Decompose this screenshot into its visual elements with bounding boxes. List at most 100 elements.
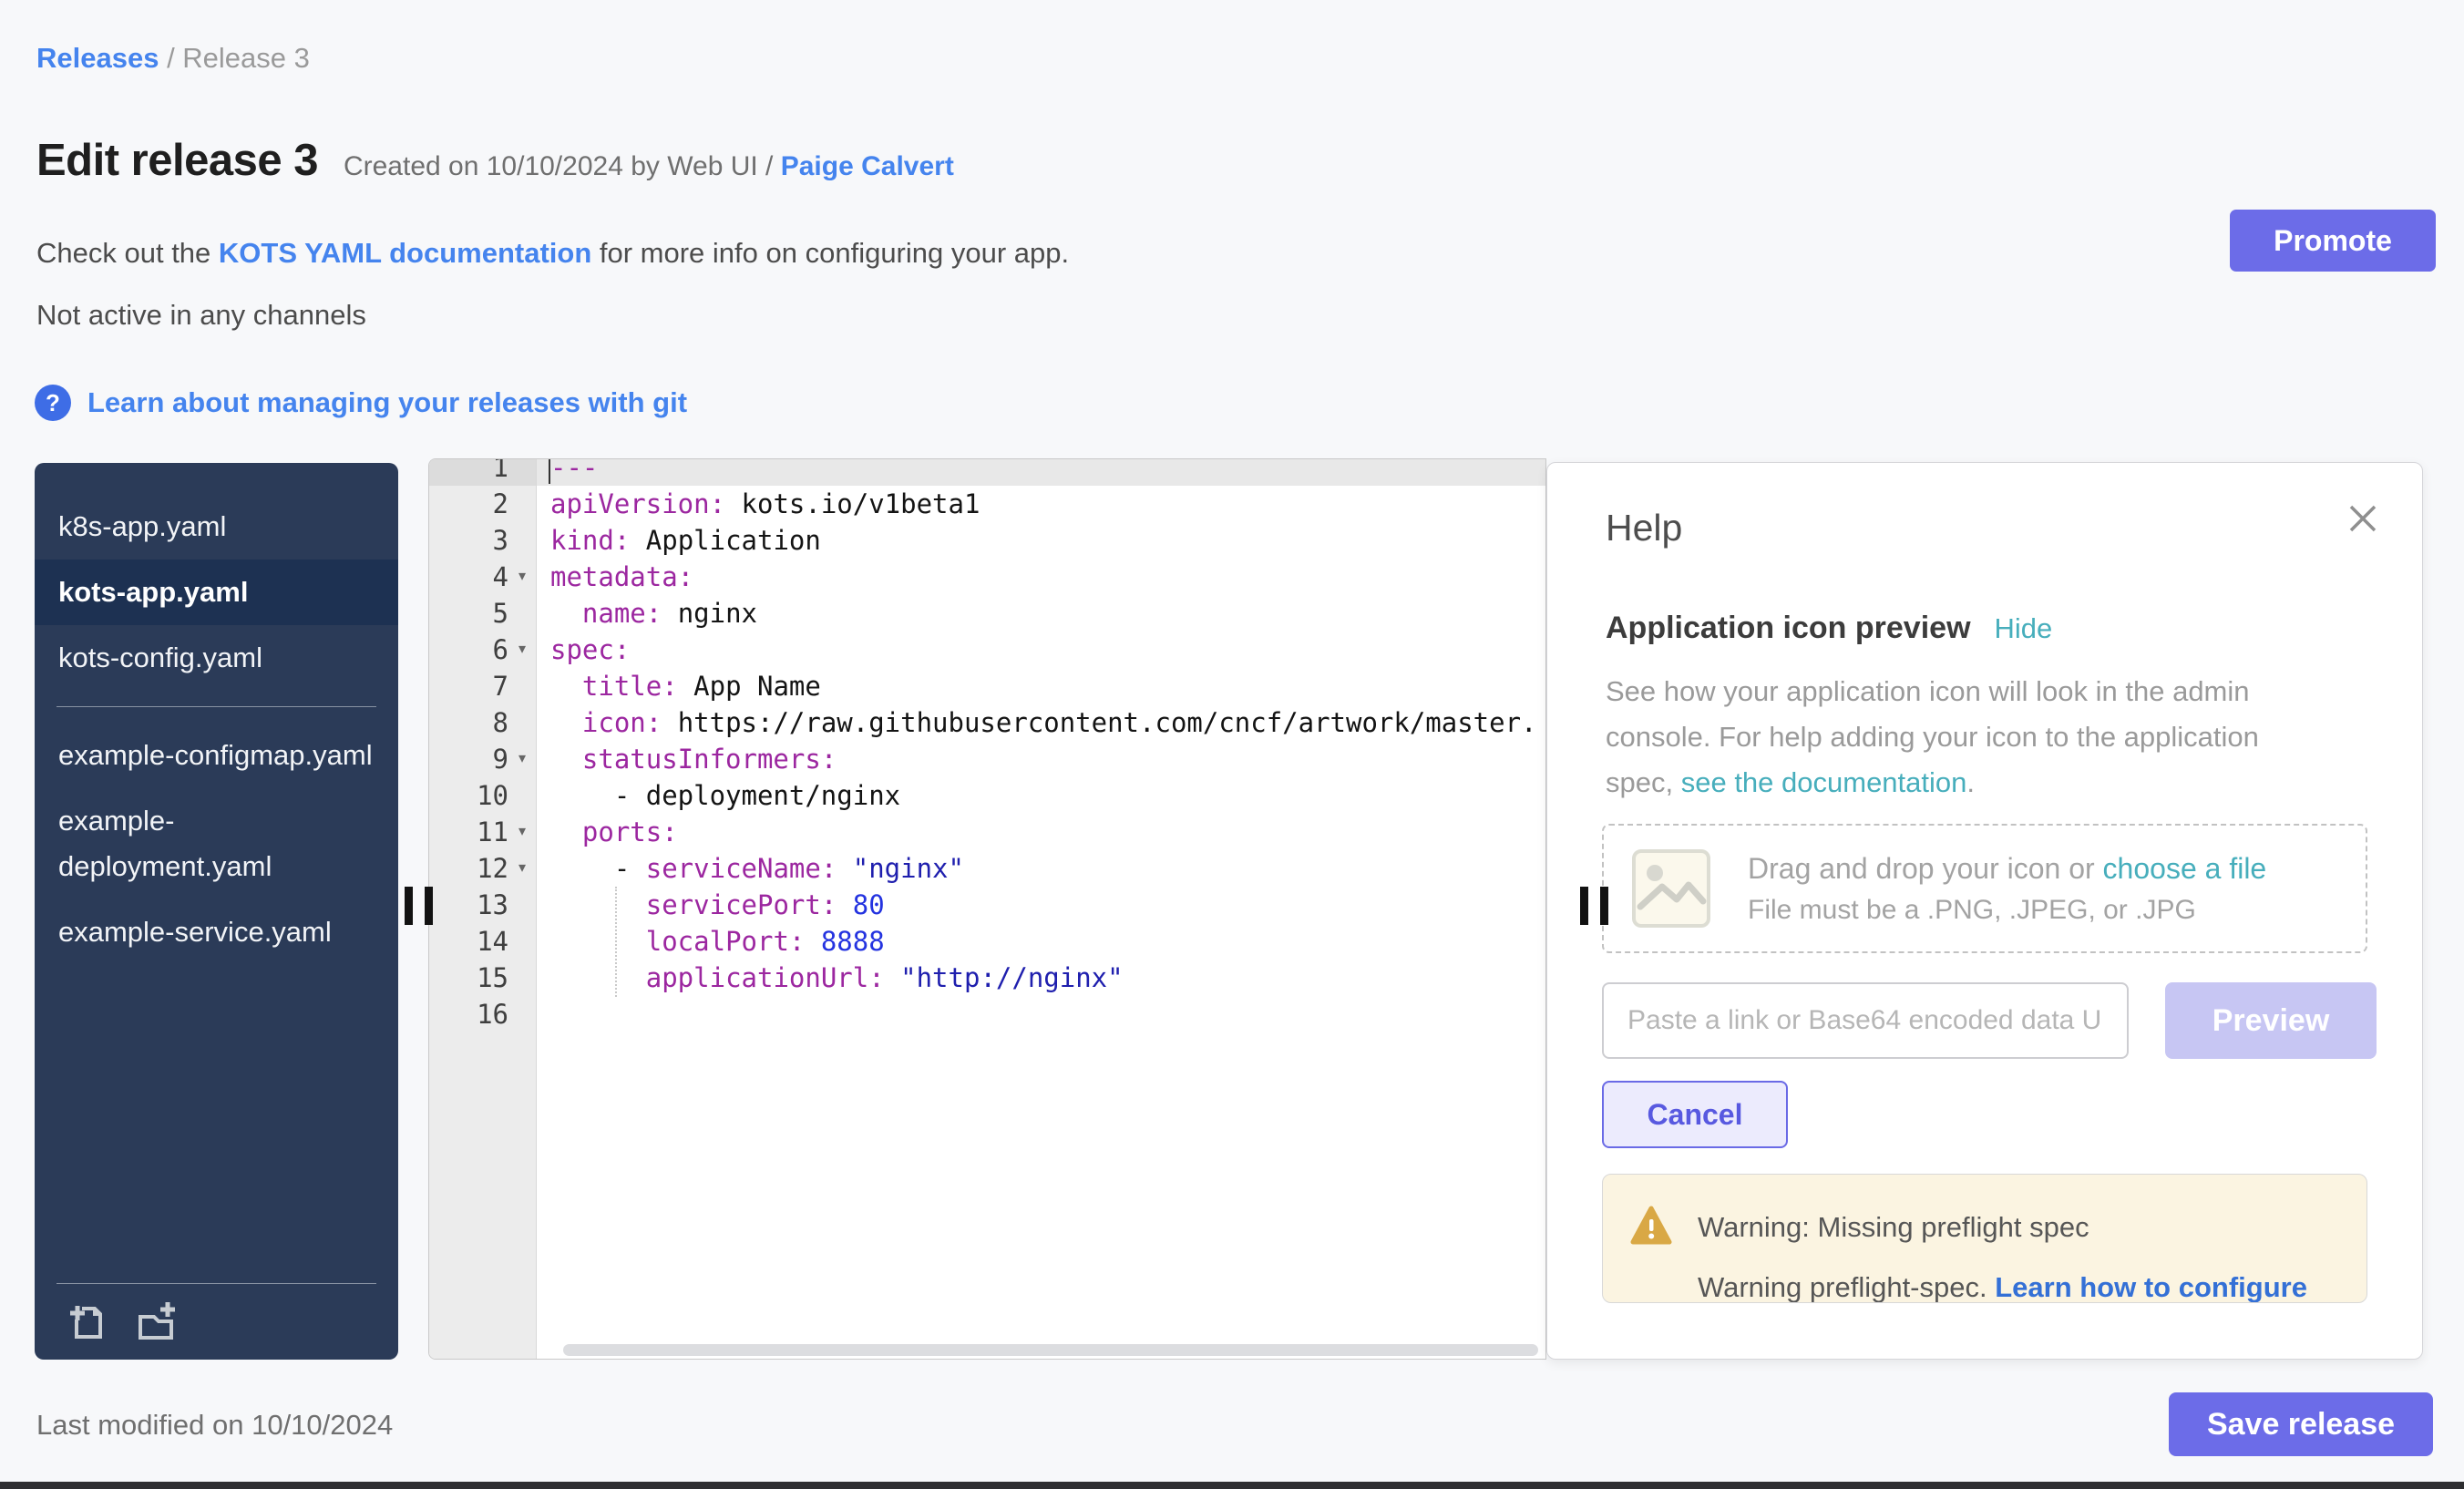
file-item-example-configmap.yaml[interactable]: example-configmap.yaml [35,723,398,788]
hide-link[interactable]: Hide [1995,612,2053,645]
kots-yaml-doc-link[interactable]: KOTS YAML documentation [219,237,591,269]
sidebar-editor-resize-handle[interactable] [405,887,433,925]
token-key: name: [582,598,662,629]
token-key: --- [550,458,598,483]
token-plain: App Name [678,671,821,702]
token-str: "http://nginx" [900,962,1123,993]
token-plain [550,671,582,702]
line-number: 9 [429,741,508,777]
resize-bar [425,887,433,925]
git-releases-link[interactable]: Learn about managing your releases with … [87,386,687,419]
line-number: 2 [429,486,508,522]
question-circle-icon: ? [35,385,71,421]
warning-title: Warning: Missing preflight spec [1698,1211,2089,1244]
add-folder-icon[interactable] [135,1300,179,1344]
icon-preview-section: Application icon preview Hide [1606,611,2052,646]
file-item-example-deployment.yaml[interactable]: example-deployment.yaml [35,788,398,899]
page-title: Edit release 3 [36,135,318,186]
line-number: 16 [429,996,508,1032]
dropzone-text: Drag and drop your icon or choose a file… [1748,852,2266,926]
sidebar-footer [56,1283,376,1360]
line-number: 3 [429,522,508,559]
fold-spacer [508,668,536,704]
code-line-6: 6▾spec: [429,632,1545,668]
text-cursor [549,458,550,484]
token-plain: - [550,853,646,884]
fold-toggle-icon[interactable]: ▾ [508,741,536,777]
token-plain [550,744,582,775]
gutter-cell: 9▾ [429,741,537,777]
line-number: 13 [429,887,508,923]
fold-toggle-icon[interactable]: ▾ [508,850,536,887]
git-help-row: ? Learn about managing your releases wit… [35,385,687,421]
token-key: kind: [550,525,630,556]
editor-horizontal-scrollbar[interactable] [563,1344,1538,1356]
code-text: name: nginx [537,595,1545,632]
gutter-cell: 11▾ [429,814,537,850]
file-item-k8s-app.yaml[interactable]: k8s-app.yaml [35,494,398,560]
token-key: statusInformers: [582,744,837,775]
code-line-2: 2apiVersion: kots.io/v1beta1 [429,486,1545,522]
icon-url-input[interactable] [1602,982,2129,1059]
breadcrumb-releases-link[interactable]: Releases [36,42,159,74]
preview-button[interactable]: Preview [2165,982,2377,1059]
fold-spacer [508,704,536,741]
code-line-15: 15 applicationUrl: "http://nginx" [429,960,1545,996]
created-meta: Created on 10/10/2024 by Web UI / Paige … [344,151,954,182]
fold-toggle-icon[interactable]: ▾ [508,559,536,595]
code-line-1: 1 --- [429,458,1545,486]
line-number: 6 [429,632,508,668]
save-release-button[interactable]: Save release [2169,1392,2433,1456]
help-panel-title: Help [1606,507,1682,549]
promote-button[interactable]: Promote [2230,210,2436,272]
token-str: "nginx" [853,853,964,884]
see-documentation-link[interactable]: see the documentation [1681,766,1967,798]
fold-spacer [508,486,536,522]
fold-spacer [508,996,536,1032]
line-number: 12 [429,850,508,887]
learn-how-to-configure-link[interactable]: Learn how to configure [1995,1271,2307,1303]
choose-file-link[interactable]: choose a file [2103,852,2267,885]
line-number: 10 [429,777,508,814]
image-placeholder-icon [1631,848,1711,929]
yaml-editor[interactable]: 1 --- 2apiVersion: kots.io/v1beta13 kind: A… [428,458,1546,1360]
token-plain: https://raw.githubusercontent.com/cncf/a… [662,707,1536,738]
warning-detail: Warning preflight-spec. Learn how to con… [1698,1271,2307,1303]
intro-after: for more info on configuring your app. [591,237,1069,269]
line-number: 11 [429,814,508,850]
line-number: 5 [429,595,508,632]
icon-dropzone[interactable]: Drag and drop your icon or choose a file… [1602,824,2367,953]
add-file-icon[interactable] [66,1300,109,1344]
gutter-cell: 4▾ [429,559,537,595]
help-panel: Help Application icon preview Hide See h… [1546,462,2423,1360]
code-line-4: 4▾metadata: [429,559,1545,595]
code-line-12: 12▾ - serviceName: "nginx" [429,850,1545,887]
gutter-cell: 8 [429,704,537,741]
fold-toggle-icon[interactable]: ▾ [508,632,536,668]
file-item-example-service.yaml[interactable]: example-service.yaml [35,899,398,965]
author-link[interactable]: Paige Calvert [781,151,954,181]
line-number: 1 [429,458,508,486]
file-item-kots-config.yaml[interactable]: kots-config.yaml [35,625,398,691]
code-line-5: 5 name: nginx [429,595,1545,632]
fold-spacer [508,458,536,486]
gutter-cell: 16 [429,996,537,1032]
close-icon[interactable] [2346,501,2380,536]
editor-help-resize-handle[interactable] [1580,887,1608,925]
bottom-edge-strip [0,1482,2464,1489]
code-text: localPort: 8888 [537,923,1545,960]
token-plain [550,926,646,957]
code-line-16: 16 [429,996,1545,1032]
file-item-kots-app.yaml[interactable]: kots-app.yaml [35,560,398,625]
gutter-cell: 13 [429,887,537,923]
cancel-button[interactable]: Cancel [1602,1081,1788,1148]
code-line-8: 8 icon: https://raw.githubusercontent.co… [429,704,1545,741]
file-sidebar: k8s-app.yamlkots-app.yamlkots-config.yam… [35,463,398,1360]
breadcrumb: Releases / Release 3 [36,42,310,75]
token-plain [805,926,820,957]
code-line-11: 11▾ ports: [429,814,1545,850]
fold-toggle-icon[interactable]: ▾ [508,814,536,850]
fold-spacer [508,595,536,632]
gutter-cell: 3 [429,522,537,559]
gutter-cell: 6▾ [429,632,537,668]
